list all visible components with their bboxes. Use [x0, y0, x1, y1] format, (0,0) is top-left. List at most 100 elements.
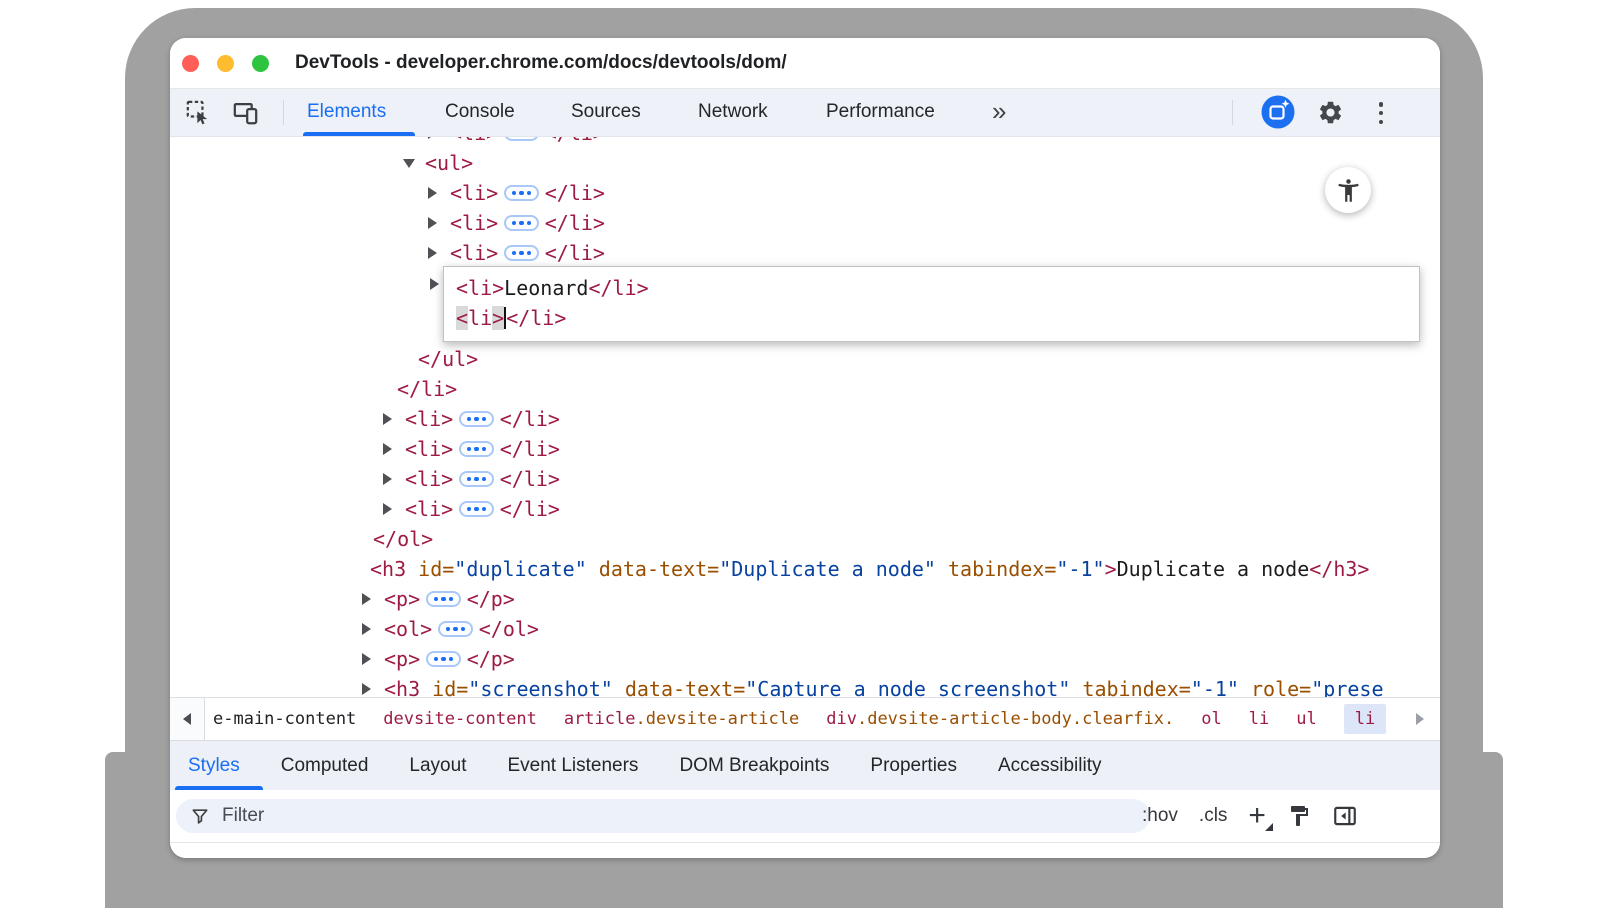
tab-layout[interactable]: Layout [409, 755, 466, 777]
element-classes-button[interactable]: .cls [1199, 805, 1228, 827]
tab-dom-breakpoints[interactable]: DOM Breakpoints [679, 755, 829, 777]
dom-node-ul-close[interactable]: </ul> [170, 344, 1440, 374]
collapse-arrow-icon[interactable] [403, 159, 425, 168]
breadcrumb: e-main-content devsite-content article.d… [170, 697, 1440, 740]
device-toolbar-icon[interactable] [232, 99, 259, 126]
styles-filter-bar: :hov .cls + [170, 790, 1440, 842]
dom-node-ul-open[interactable]: <ul> [170, 148, 1440, 178]
editor-line-2: <li></li> [456, 303, 1419, 333]
dom-node-ol[interactable]: <ol> </ol> [170, 614, 1440, 644]
expand-inline-icon[interactable] [504, 185, 539, 201]
new-style-rule-button[interactable]: + [1248, 803, 1266, 829]
toolbar-divider [1232, 100, 1233, 125]
tab-event-listeners[interactable]: Event Listeners [507, 755, 638, 777]
dom-node-li[interactable]: <li> </li> [170, 404, 1440, 434]
active-tab-indicator [303, 132, 415, 136]
toolbar-divider [283, 100, 284, 125]
expand-arrow-icon[interactable] [383, 413, 405, 425]
dom-node-li[interactable]: <li> </li> [170, 434, 1440, 464]
filter-field[interactable] [176, 799, 1150, 833]
dom-node-li[interactable]: <li> </li> [170, 494, 1440, 524]
expand-inline-icon[interactable] [426, 651, 461, 667]
editor-line-1: <li>Leonard</li> [456, 273, 1419, 303]
dom-node-ol-close[interactable]: </ol> [170, 524, 1440, 554]
dom-node-p[interactable]: <p> </p> [170, 584, 1440, 614]
devtools-toolbar: Elements Console Sources Network Perform… [170, 89, 1440, 137]
dom-node-li-clipped[interactable]: <li> </li> [170, 137, 1440, 148]
accessibility-fab[interactable] [1325, 167, 1371, 213]
node-html-editor[interactable]: <li>Leonard</li> <li></li> [443, 266, 1420, 342]
expand-arrow-icon[interactable] [362, 653, 384, 665]
breadcrumb-items: e-main-content devsite-content article.d… [205, 698, 1386, 740]
filter-funnel-icon [190, 806, 210, 826]
node-edit-row: <li>Leonard</li> <li></li> [170, 268, 1440, 344]
accessibility-person-icon [1335, 177, 1362, 204]
expand-arrow-icon[interactable] [428, 217, 450, 229]
more-tabs-icon[interactable]: » [992, 89, 1006, 133]
filter-input[interactable] [220, 804, 1024, 828]
breadcrumb-scroll-left-button[interactable] [170, 698, 205, 740]
dom-node-li-close[interactable]: </li> [170, 374, 1440, 404]
expand-arrow-icon[interactable] [362, 593, 384, 605]
more-options-kebab-icon[interactable] [1376, 102, 1386, 124]
settings-gear-icon[interactable] [1317, 99, 1344, 126]
expand-arrow-icon[interactable] [383, 503, 405, 515]
expand-inline-icon[interactable] [504, 137, 539, 141]
tab-performance[interactable]: Performance [826, 89, 935, 135]
tab-network[interactable]: Network [698, 89, 768, 135]
tab-elements[interactable]: Elements [307, 89, 386, 135]
ai-assistance-icon[interactable] [1261, 95, 1295, 129]
inspect-element-icon[interactable] [185, 99, 212, 126]
tab-styles[interactable]: Styles [188, 755, 240, 777]
tab-console[interactable]: Console [445, 89, 515, 135]
expand-inline-icon[interactable] [459, 441, 494, 457]
tab-accessibility[interactable]: Accessibility [998, 755, 1101, 777]
expand-arrow-icon[interactable] [362, 623, 384, 635]
breadcrumb-item[interactable]: e-main-content [213, 709, 356, 729]
breadcrumb-item-selected[interactable]: li [1344, 704, 1386, 734]
dom-node-li[interactable]: <li> </li> [170, 464, 1440, 494]
laptop-base-left [105, 752, 145, 908]
breadcrumb-item[interactable]: ul [1296, 709, 1316, 729]
styles-toolbar-right: :hov .cls + [1142, 790, 1358, 842]
dom-node-li[interactable]: <li> </li> [170, 238, 1440, 268]
chevron-right-icon [1416, 713, 1424, 725]
expand-inline-icon[interactable] [459, 411, 494, 427]
dom-node-li[interactable]: <li> </li> [170, 178, 1440, 208]
breadcrumb-item[interactable]: div.devsite-article-body.clearfix. [826, 709, 1174, 729]
expand-arrow-icon[interactable] [428, 187, 450, 199]
paint-roller-icon[interactable] [1287, 804, 1311, 828]
screenshot-stage: DevTools - developer.chrome.com/docs/dev… [0, 0, 1600, 908]
zoom-window-button[interactable] [252, 55, 269, 72]
close-window-button[interactable] [182, 55, 199, 72]
expand-inline-icon[interactable] [504, 245, 539, 261]
breadcrumb-item[interactable]: ol [1201, 709, 1221, 729]
expand-inline-icon[interactable] [438, 621, 473, 637]
expand-arrow-icon[interactable] [383, 473, 405, 485]
window-title: DevTools - developer.chrome.com/docs/dev… [295, 38, 787, 88]
toggle-element-state-button[interactable]: :hov [1142, 805, 1178, 827]
dom-node-h3-screenshot[interactable]: <h3 id="screenshot" data-text="Capture a… [170, 674, 1440, 697]
tab-computed[interactable]: Computed [281, 755, 369, 777]
tab-sources[interactable]: Sources [571, 89, 641, 135]
toggle-sidebar-icon[interactable] [1332, 803, 1358, 829]
expand-inline-icon[interactable] [459, 501, 494, 517]
dropdown-corner-icon [1265, 823, 1273, 831]
dom-node-li[interactable]: <li> </li> [170, 208, 1440, 238]
sidebar-panel-tabs: Styles Computed Layout Event Listeners D… [170, 740, 1440, 790]
breadcrumb-item[interactable]: devsite-content [383, 709, 537, 729]
dom-node-h3-duplicate[interactable]: <h3 id="duplicate" data-text="Duplicate … [170, 554, 1440, 584]
expand-inline-icon[interactable] [459, 471, 494, 487]
tab-properties[interactable]: Properties [870, 755, 957, 777]
minimize-window-button[interactable] [217, 55, 234, 72]
dom-node-p[interactable]: <p> </p> [170, 644, 1440, 674]
expand-inline-icon[interactable] [504, 215, 539, 231]
expand-arrow-icon[interactable] [428, 247, 450, 259]
expand-inline-icon[interactable] [426, 591, 461, 607]
breadcrumb-item[interactable]: article.devsite-article [564, 709, 799, 729]
title-bar: DevTools - developer.chrome.com/docs/dev… [170, 38, 1440, 89]
breadcrumb-item[interactable]: li [1249, 709, 1269, 729]
expand-arrow-icon[interactable] [362, 683, 384, 695]
breadcrumb-scroll-right-button[interactable] [1400, 698, 1440, 740]
expand-arrow-icon[interactable] [383, 443, 405, 455]
